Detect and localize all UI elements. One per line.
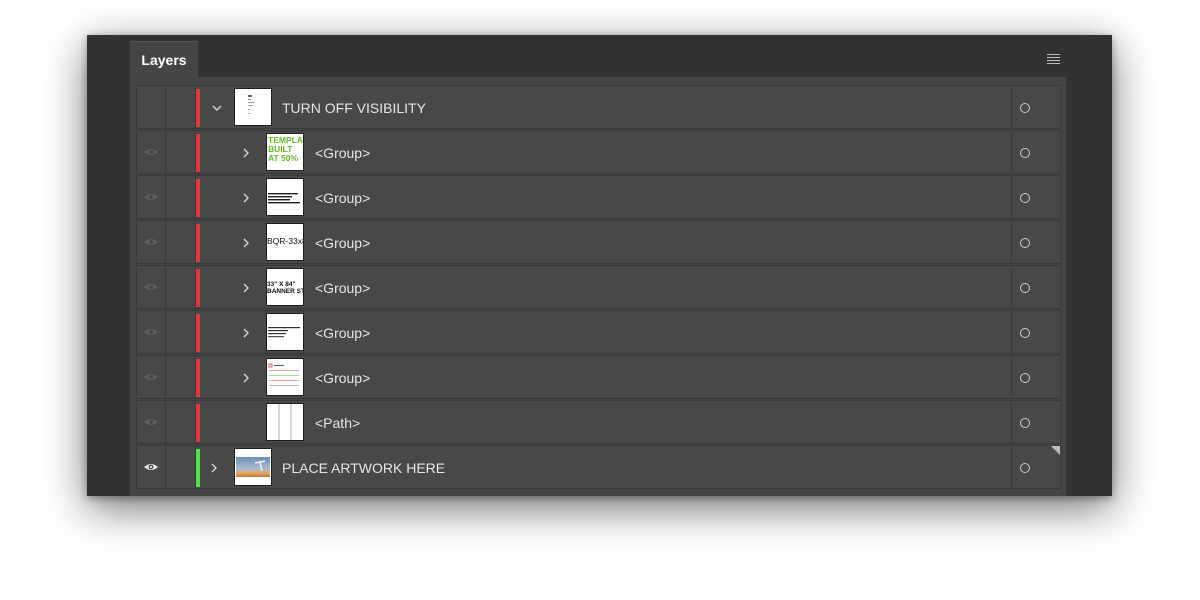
lock-toggle[interactable] — [165, 401, 196, 443]
layer-thumbnail — [234, 88, 272, 126]
layer-color-indicator — [196, 404, 200, 442]
layer-row[interactable]: <Path> — [136, 400, 1061, 444]
layer-name[interactable]: <Group> — [315, 311, 370, 355]
target-circle-icon[interactable] — [1020, 238, 1030, 248]
layer-name[interactable]: PLACE ARTWORK HERE — [282, 446, 445, 490]
lock-toggle[interactable] — [165, 266, 196, 308]
target-circle-icon[interactable] — [1020, 328, 1030, 338]
visibility-toggle[interactable] — [137, 356, 166, 398]
lock-toggle[interactable] — [165, 356, 196, 398]
layer-name[interactable]: TURN OFF VISIBILITY — [282, 86, 426, 130]
layer-row[interactable]: <Group> — [136, 310, 1061, 354]
visibility-toggle[interactable] — [137, 176, 166, 218]
layer-name[interactable]: <Path> — [315, 401, 360, 445]
layer-thumbnail — [234, 448, 272, 486]
chevron-down-icon[interactable] — [211, 101, 223, 113]
target-circle-icon[interactable] — [1020, 148, 1030, 158]
chevron-right-icon[interactable] — [240, 146, 252, 158]
layer-thumbnail — [266, 313, 304, 351]
layer-thumbnail — [266, 403, 304, 441]
lock-toggle[interactable] — [165, 131, 196, 173]
chevron-right-icon[interactable] — [240, 371, 252, 383]
layer-color-indicator — [196, 89, 200, 127]
eye-icon[interactable] — [143, 192, 159, 202]
thumbnail-text: 33" X 84"BANNER STAND — [267, 281, 304, 295]
visibility-toggle[interactable] — [137, 401, 166, 443]
lock-toggle[interactable] — [165, 221, 196, 263]
eye-icon[interactable] — [143, 282, 159, 292]
chevron-right-icon[interactable] — [240, 281, 252, 293]
thumbnail-text: BQR-33x80 — [267, 236, 303, 246]
visibility-toggle[interactable] — [137, 266, 166, 308]
target-circle-icon[interactable] — [1020, 193, 1030, 203]
layer-color-indicator — [196, 134, 200, 172]
layer-thumbnail — [266, 178, 304, 216]
visibility-toggle[interactable] — [137, 311, 166, 353]
eye-icon[interactable] — [143, 327, 159, 337]
visibility-toggle[interactable] — [137, 131, 166, 173]
layer-row[interactable]: BQR-33x80 <Group> — [136, 220, 1061, 264]
chevron-right-icon[interactable] — [240, 191, 252, 203]
selection-corner-icon — [1051, 446, 1060, 455]
layer-row[interactable]: <Group> — [136, 175, 1061, 219]
eye-icon[interactable] — [143, 372, 159, 382]
panel-menu-icon[interactable] — [1047, 54, 1060, 64]
layer-name[interactable]: <Group> — [315, 266, 370, 310]
layer-thumbnail: BQR-33x80 — [266, 223, 304, 261]
layers-list-area: TURN OFF VISIBILITY TEMPLATEBUILTAT 50% … — [130, 77, 1066, 496]
layer-color-indicator — [196, 314, 200, 352]
layer-row[interactable]: 33" X 84"BANNER STAND <Group> — [136, 265, 1061, 309]
layer-color-indicator — [196, 269, 200, 307]
eye-icon[interactable] — [143, 237, 159, 247]
lock-toggle[interactable] — [165, 311, 196, 353]
layer-name[interactable]: <Group> — [315, 176, 370, 220]
target-cell[interactable] — [1011, 176, 1060, 218]
target-cell[interactable] — [1011, 131, 1060, 173]
layer-name[interactable]: <Group> — [315, 356, 370, 400]
lock-toggle[interactable] — [165, 86, 196, 128]
chevron-right-icon[interactable] — [240, 236, 252, 248]
layer-color-indicator — [196, 449, 200, 487]
target-circle-icon[interactable] — [1020, 418, 1030, 428]
target-circle-icon[interactable] — [1020, 103, 1030, 113]
layer-color-indicator — [196, 224, 200, 262]
visibility-toggle[interactable] — [137, 446, 166, 488]
thumbnail-text: TEMPLATEBUILTAT 50% — [268, 135, 303, 163]
eye-icon[interactable] — [143, 417, 159, 427]
target-circle-icon[interactable] — [1020, 463, 1030, 473]
layers-panel: Layers TURN OFF VISIBILITY TEMPLA BUILT … — [87, 35, 1112, 496]
chevron-right-icon[interactable] — [240, 326, 252, 338]
layer-color-indicator — [196, 359, 200, 397]
target-circle-icon[interactable] — [1020, 373, 1030, 383]
target-cell[interactable] — [1011, 266, 1060, 308]
layer-color-indicator — [196, 179, 200, 217]
layer-row[interactable]: TEMPLATEBUILTAT 50% <Group> — [136, 130, 1061, 174]
chevron-right-icon[interactable] — [208, 461, 220, 473]
layer-thumbnail — [266, 358, 304, 396]
layers-list: TURN OFF VISIBILITY TEMPLATEBUILTAT 50% … — [136, 85, 1061, 490]
target-circle-icon[interactable] — [1020, 283, 1030, 293]
lock-toggle[interactable] — [165, 446, 196, 488]
layer-thumbnail: 33" X 84"BANNER STAND — [266, 268, 304, 306]
target-cell[interactable] — [1011, 86, 1060, 128]
visibility-toggle[interactable] — [137, 221, 166, 263]
layer-row[interactable]: <Group> — [136, 355, 1061, 399]
target-cell[interactable] — [1011, 221, 1060, 263]
visibility-toggle[interactable] — [137, 86, 166, 128]
layer-row[interactable]: TURN OFF VISIBILITY — [136, 85, 1061, 129]
layer-thumbnail: TEMPLATEBUILTAT 50% — [266, 133, 304, 171]
lock-toggle[interactable] — [165, 176, 196, 218]
tab-layers[interactable]: Layers — [130, 41, 198, 78]
panel-tab-bar: Layers — [87, 35, 1112, 78]
target-cell[interactable] — [1011, 401, 1060, 443]
target-cell[interactable] — [1011, 311, 1060, 353]
layer-name[interactable]: <Group> — [315, 221, 370, 265]
eye-icon[interactable] — [143, 147, 159, 157]
layer-row[interactable]: PLACE ARTWORK HERE — [136, 445, 1061, 489]
eye-icon[interactable] — [143, 462, 159, 472]
target-cell[interactable] — [1011, 356, 1060, 398]
layer-name[interactable]: <Group> — [315, 131, 370, 175]
